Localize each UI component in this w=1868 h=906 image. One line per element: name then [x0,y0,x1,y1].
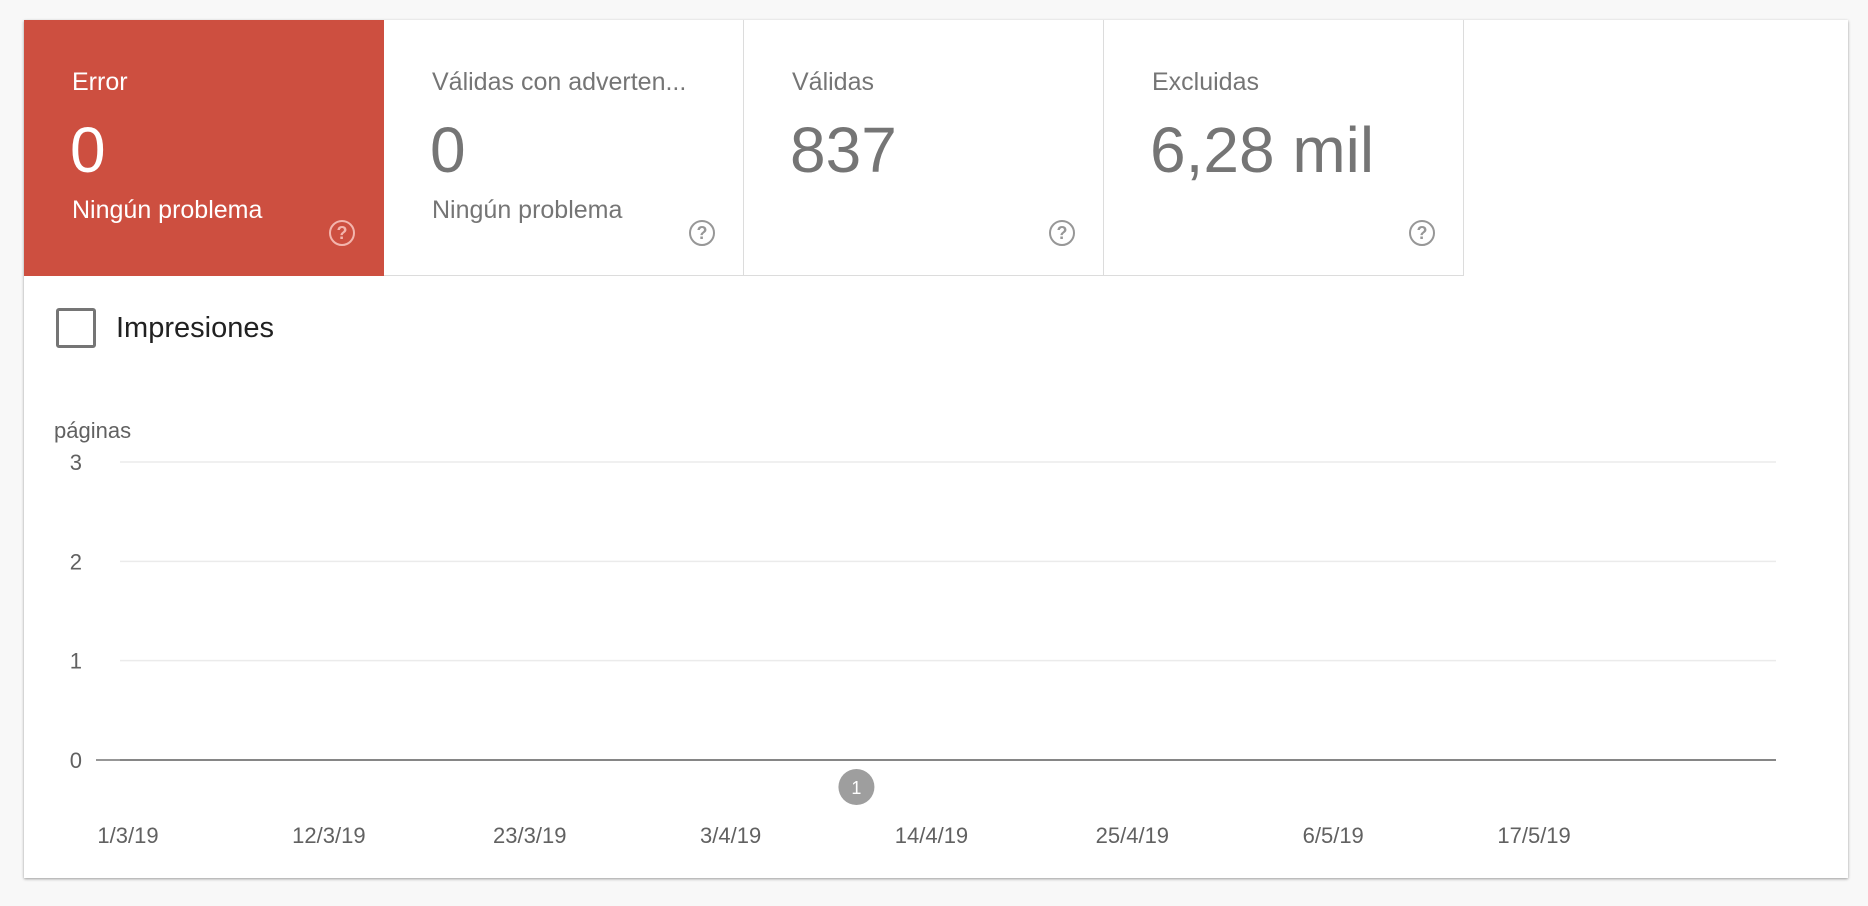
help-icon[interactable]: ? [329,220,355,246]
tile-valid[interactable]: Válidas 837 ? [744,20,1104,276]
help-icon-glyph: ? [336,222,348,243]
x-tick-label: 1/3/19 [97,823,158,848]
tile-error-value: 0 [70,114,106,186]
impressions-toggle[interactable]: Impresiones [56,308,274,348]
annotation-label: 1 [851,778,861,798]
tile-error[interactable]: Error 0 Ningún problema ? [24,20,384,276]
tile-error-sub: Ningún problema [72,196,263,224]
y-tick-label: 2 [70,549,82,574]
help-icon[interactable]: ? [689,220,715,246]
x-tick-label: 3/4/19 [700,823,761,848]
help-icon-glyph: ? [1416,222,1428,243]
pages-chart: páginas 0 1 2 3 1/3/19 12/3/19 23/3/19 3/4/19 14/… [54,418,1776,848]
x-tick-label: 17/5/19 [1497,823,1570,848]
tile-valid-warnings[interactable]: Válidas con adverten... 0 Ningún problem… [384,20,744,276]
help-icon-glyph: ? [1056,222,1068,243]
y-tick-label: 3 [70,450,82,475]
y-tick-label: 0 [70,748,82,773]
y-tick-label: 1 [70,649,82,674]
impressions-label: Impresiones [116,311,274,344]
y-axis-label: páginas [54,418,131,443]
x-tick-label: 23/3/19 [493,823,566,848]
index-coverage-card: Error 0 Ningún problema ? Válidas con ad… [24,20,1848,878]
tile-valid-label: Válidas [792,68,874,96]
x-tick-label: 6/5/19 [1303,823,1364,848]
tile-error-label: Error [72,68,128,96]
impressions-checkbox[interactable] [56,308,96,348]
tile-excluded-label: Excluidas [1152,68,1259,96]
help-icon[interactable]: ? [1409,220,1435,246]
tile-valid-warnings-value: 0 [430,114,466,186]
tile-valid-warnings-sub: Ningún problema [432,196,623,224]
tile-excluded[interactable]: Excluidas 6,28 mil ? [1104,20,1464,276]
help-icon[interactable]: ? [1049,220,1075,246]
tile-valid-warnings-label: Válidas con adverten... [432,68,687,96]
status-tiles: Error 0 Ningún problema ? Válidas con ad… [24,20,1464,276]
x-tick-label: 12/3/19 [292,823,365,848]
help-icon-glyph: ? [696,222,708,243]
x-tick-label: 14/4/19 [895,823,968,848]
tile-valid-value: 837 [790,114,897,186]
tile-excluded-value: 6,28 mil [1150,114,1375,186]
x-tick-label: 25/4/19 [1096,823,1169,848]
